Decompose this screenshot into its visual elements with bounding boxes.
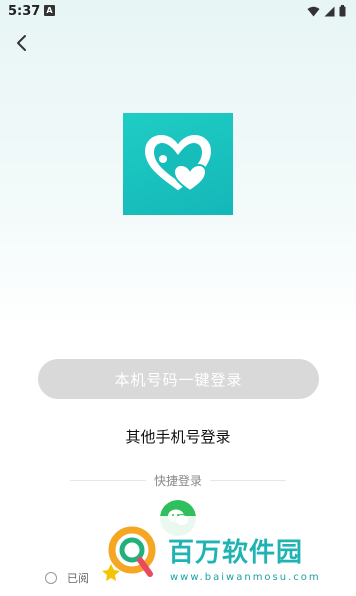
agreement-text: 已阅 (67, 572, 89, 585)
battery-icon (339, 5, 346, 17)
back-button[interactable] (8, 30, 34, 56)
status-bar: 5:37 A (0, 0, 356, 24)
status-time: 5:37 (8, 4, 41, 19)
one-click-login-button[interactable]: 本机号码一键登录 (38, 359, 319, 399)
watermark-logo-icon (102, 526, 156, 581)
back-arrow-icon (17, 35, 26, 51)
watermark: 百万软件园 www.baiwanmosu.com (90, 516, 356, 596)
quick-login-label: 快捷登录 (154, 473, 203, 488)
quick-login-divider: 快捷登录 (70, 470, 287, 490)
wifi-icon (307, 6, 320, 16)
agreement-row: 已阅 (45, 570, 89, 586)
divider-line-left (70, 479, 146, 481)
agreement-radio[interactable] (45, 572, 57, 584)
notification-icon: A (44, 5, 55, 16)
status-indicators (307, 5, 346, 17)
signal-icon (324, 6, 335, 16)
hearts-logo-icon (144, 134, 212, 193)
app-logo (123, 113, 233, 215)
other-phone-login-link[interactable]: 其他手机号登录 (0, 426, 356, 447)
watermark-url: www.baiwanmosu.com (170, 572, 321, 583)
divider-line-right (210, 479, 287, 481)
watermark-title: 百万软件园 (168, 538, 304, 568)
